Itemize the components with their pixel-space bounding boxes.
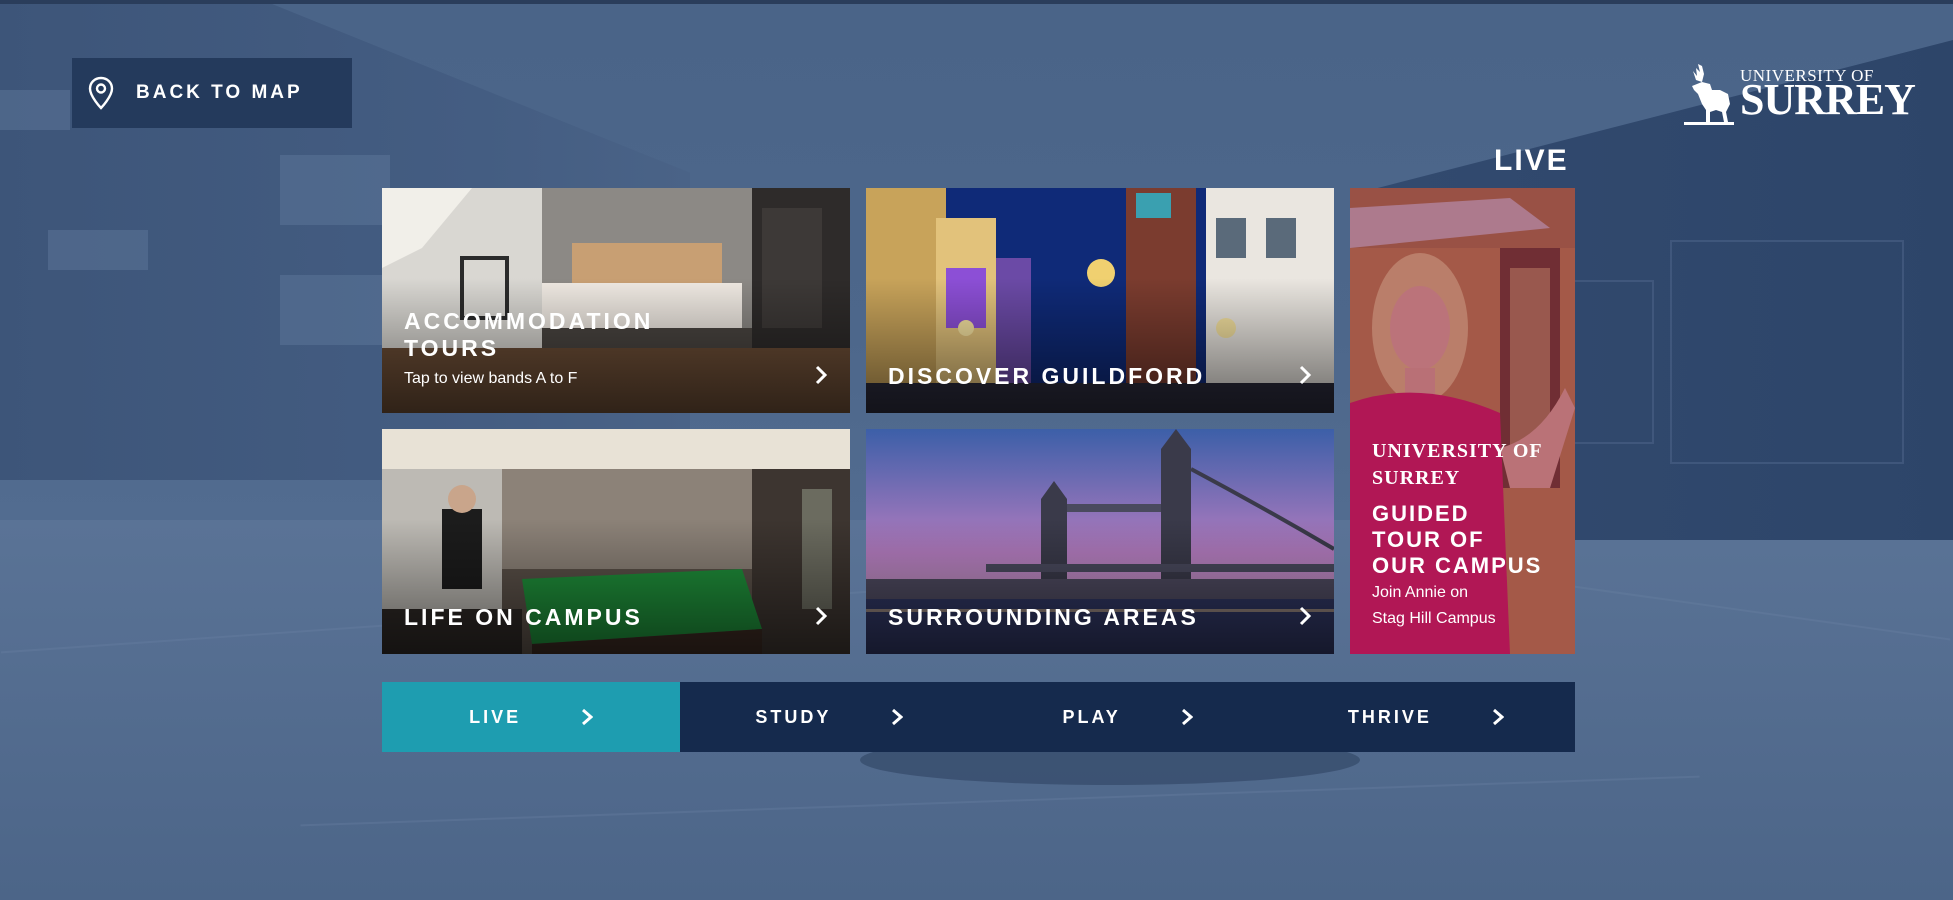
nav-tab-label: STUDY [755, 706, 832, 727]
nav-tab-label: PLAY [1062, 706, 1121, 727]
tile-title-line1: ACCOMMODATION [404, 308, 654, 334]
tile-life-on-campus[interactable]: LIFE ON CAMPUS [382, 429, 850, 654]
nav-tab-live[interactable]: LIVE [382, 682, 681, 752]
chevron-right-icon [582, 708, 594, 726]
tile-shade [382, 519, 850, 654]
tile-shade [866, 519, 1334, 654]
chevron-right-icon [1492, 708, 1504, 726]
tile-guided-tour[interactable]: UNIVERSITY OF SURREY GUIDED TOUR OF OUR … [1350, 188, 1575, 654]
tile-title: LIFE ON CAMPUS [404, 604, 643, 630]
nav-tab-label: LIVE [469, 706, 522, 727]
tile-discover-guildford[interactable]: DISCOVER GUILDFORD [866, 188, 1334, 413]
top-edge [0, 0, 1953, 4]
tile-title: SURROUNDING AREAS [888, 604, 1199, 630]
tile-subtitle-line2: Stag Hill Campus [1372, 610, 1496, 627]
tile-title-line3: OUR CAMPUS [1372, 553, 1543, 578]
tile-subtitle-line1: Join Annie on [1372, 584, 1469, 601]
back-to-map-label: BACK TO MAP [136, 82, 303, 103]
nav-tab-play[interactable]: PLAY [979, 682, 1277, 752]
map-pin-icon [88, 76, 114, 110]
tile-accommodation-tours[interactable]: ACCOMMODATION TOURS Tap to view bands A … [382, 188, 850, 413]
university-logo: UNIVERSITY OF SURREY [1680, 60, 1916, 130]
chevron-right-icon [815, 606, 828, 626]
nav-tab-label: THRIVE [1347, 706, 1432, 727]
section-title: LIVE [1494, 144, 1569, 177]
chevron-right-icon [1181, 708, 1193, 726]
tile-shade [866, 278, 1334, 413]
tile-title-line2: TOUR OF [1372, 527, 1485, 552]
tile-subtitle: Tap to view bands A to F [404, 370, 578, 387]
tile-title-line1: GUIDED [1372, 501, 1470, 526]
chevron-right-icon [1299, 365, 1312, 385]
stag-icon [1684, 64, 1734, 125]
tile-title-line2: TOURS [404, 335, 500, 361]
chevron-right-icon [1299, 606, 1312, 626]
logo-line2: SURREY [1740, 75, 1916, 124]
chevron-right-icon [815, 365, 828, 385]
shirt-logo-text: UNIVERSITY OF SURREY [1372, 440, 1542, 489]
category-nav: LIVE STUDY PLAY THRIVE [382, 682, 1575, 752]
back-to-map-button[interactable]: BACK TO MAP [72, 58, 352, 128]
chevron-right-icon [892, 708, 904, 726]
tile-surrounding-areas[interactable]: SURROUNDING AREAS [866, 429, 1334, 654]
tile-title: DISCOVER GUILDFORD [888, 363, 1206, 389]
nav-tab-thrive[interactable]: THRIVE [1277, 682, 1575, 752]
nav-tab-study[interactable]: STUDY [680, 682, 978, 752]
